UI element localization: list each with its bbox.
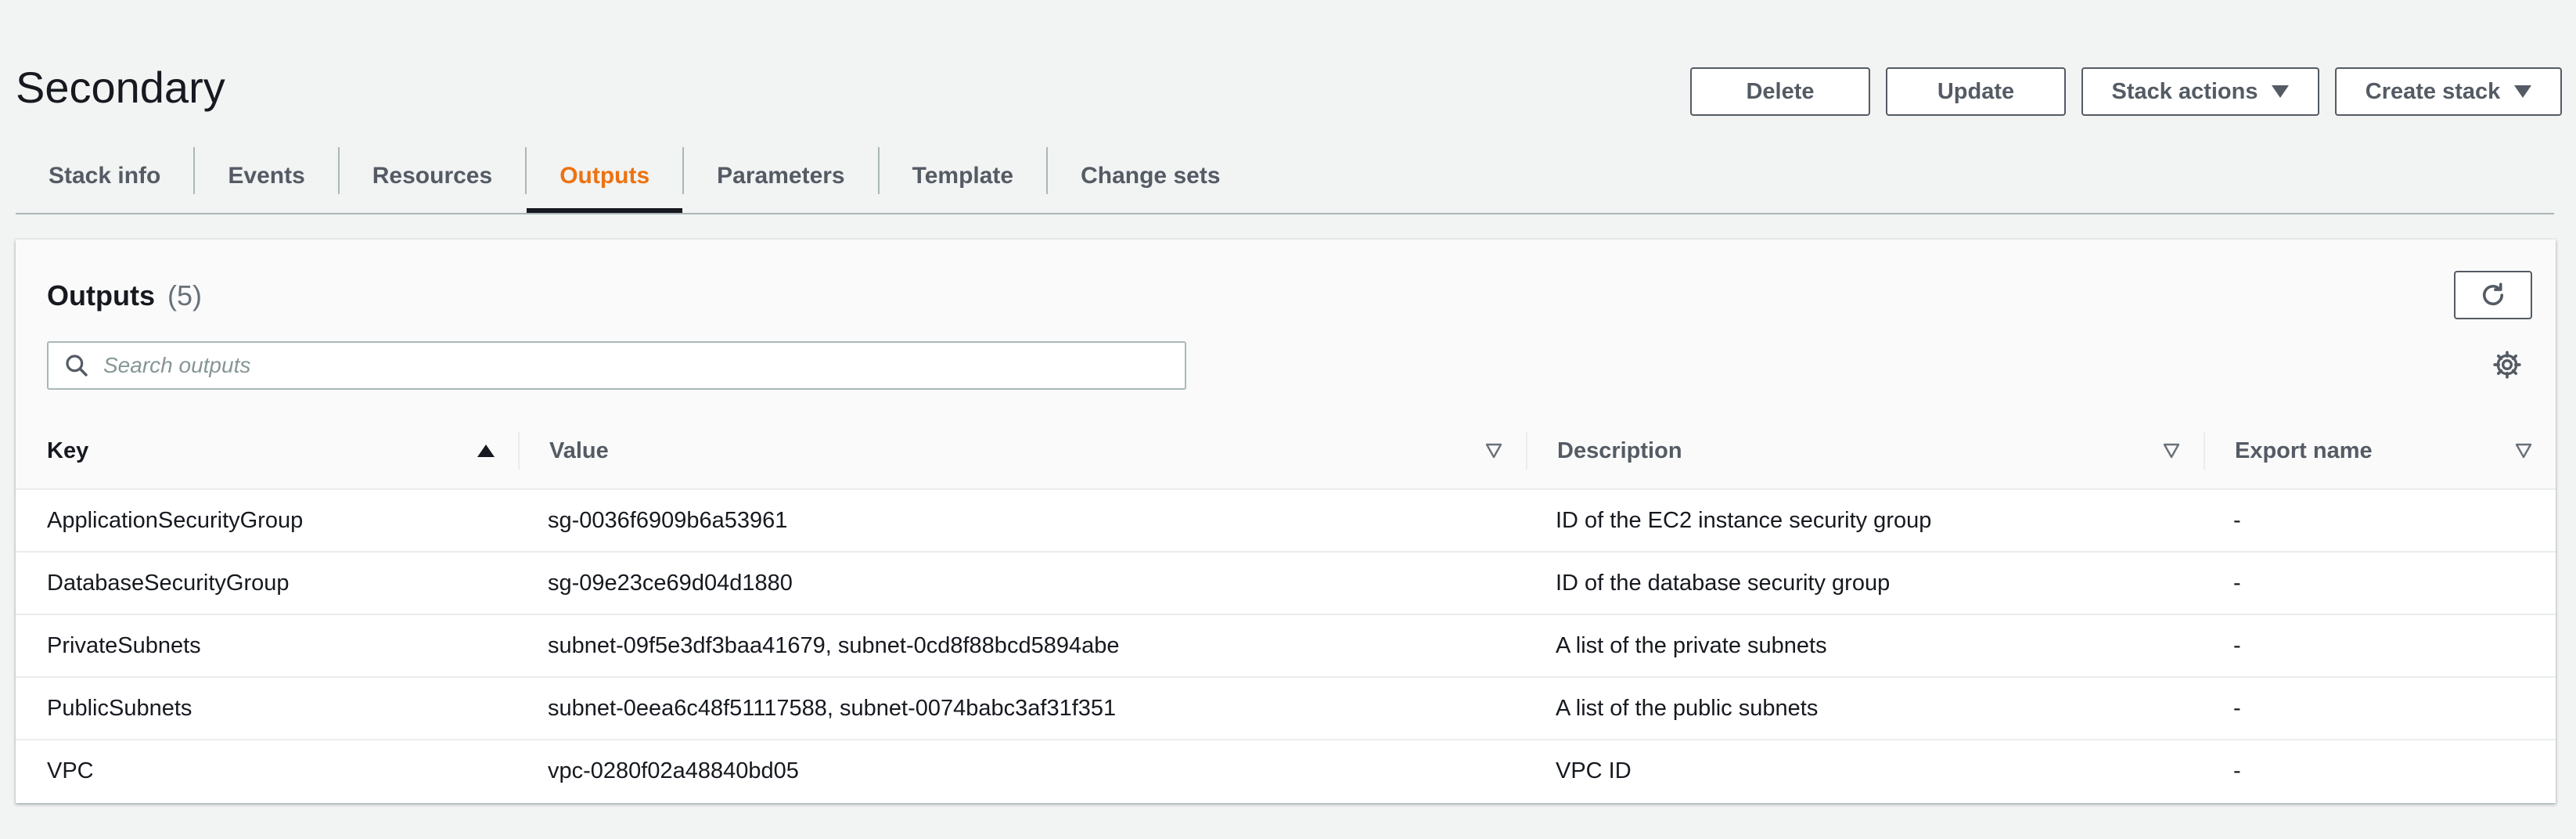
column-header-description[interactable]: Description <box>1526 413 2204 488</box>
table-row: DatabaseSecurityGroup sg-09e23ce69d04d18… <box>16 553 2556 615</box>
caret-down-outline-icon <box>2163 443 2180 459</box>
outputs-panel-header: Outputs (5) <box>16 239 2556 415</box>
cell-description: A list of the public subnets <box>1556 695 1819 721</box>
table-body: ApplicationSecurityGroup sg-0036f6909b6a… <box>16 490 2556 801</box>
table-header: Key Value Description Export name <box>16 413 2556 490</box>
tab-change-sets[interactable]: Change sets <box>1048 141 1253 211</box>
cell-key: VPC <box>47 758 94 783</box>
stack-actions-dropdown[interactable]: Stack actions <box>2081 67 2319 116</box>
cell-key: PrivateSubnets <box>47 632 201 658</box>
stack-actions-label: Stack actions <box>2111 78 2258 104</box>
cell-value: sg-09e23ce69d04d1880 <box>548 570 793 596</box>
caret-down-outline-icon <box>1485 443 1502 459</box>
cell-export-name: - <box>2233 695 2241 721</box>
outputs-count: (5) <box>167 279 202 311</box>
table-row: ApplicationSecurityGroup sg-0036f6909b6a… <box>16 490 2556 553</box>
table-row: PublicSubnets subnet-0eea6c48f51117588, … <box>16 678 2556 740</box>
table-row: VPC vpc-0280f02a48840bd05 VPC ID - <box>16 740 2556 801</box>
column-header-description-label: Description <box>1557 438 1682 463</box>
tab-resources[interactable]: Resources <box>340 141 525 211</box>
create-stack-dropdown[interactable]: Create stack <box>2335 67 2562 116</box>
create-stack-label: Create stack <box>2365 78 2501 104</box>
gear-icon[interactable] <box>2491 349 2523 380</box>
column-header-value-label: Value <box>549 438 609 463</box>
delete-button[interactable]: Delete <box>1690 67 1870 116</box>
cell-value: subnet-09f5e3df3baa41679, subnet-0cd8f88… <box>548 632 1120 658</box>
cell-value: subnet-0eea6c48f51117588, subnet-0074bab… <box>548 695 1117 721</box>
refresh-button[interactable] <box>2454 271 2532 319</box>
search-outputs-field[interactable] <box>47 341 1186 390</box>
column-header-export-name[interactable]: Export name <box>2204 413 2556 488</box>
update-button[interactable]: Update <box>1886 67 2066 116</box>
column-header-key-label: Key <box>47 438 89 463</box>
cell-export-name: - <box>2233 632 2241 658</box>
cell-export-name: - <box>2233 758 2241 783</box>
cell-key: ApplicationSecurityGroup <box>47 507 304 533</box>
refresh-icon <box>2482 283 2504 306</box>
cell-description: VPC ID <box>1556 758 1632 783</box>
outputs-title: Outputs <box>47 279 155 311</box>
tab-stack-info[interactable]: Stack info <box>16 141 193 211</box>
tab-events[interactable]: Events <box>195 141 337 211</box>
cell-description: ID of the EC2 instance security group <box>1556 507 1932 533</box>
cell-key: PublicSubnets <box>47 695 192 721</box>
column-header-value[interactable]: Value <box>518 413 1526 488</box>
column-header-export-name-label: Export name <box>2235 438 2373 463</box>
caret-down-icon <box>2272 85 2290 98</box>
caret-down-icon <box>2514 85 2532 98</box>
cell-description: ID of the database security group <box>1556 570 1891 596</box>
outputs-heading: Outputs (5) <box>47 279 202 313</box>
stack-actions-toolbar: Delete Update Stack actions Create stack <box>1690 67 2562 116</box>
sort-ascending-icon <box>477 445 495 457</box>
stack-tabs: Stack info Events Resources Outputs Para… <box>16 141 2554 214</box>
caret-down-outline-icon <box>2515 443 2532 459</box>
cell-export-name: - <box>2233 507 2241 533</box>
delete-button-label: Delete <box>1746 78 1815 104</box>
cell-key: DatabaseSecurityGroup <box>47 570 290 596</box>
page-title: Secondary <box>16 63 225 112</box>
search-outputs-input[interactable] <box>102 352 1185 379</box>
table-row: PrivateSubnets subnet-09f5e3df3baa41679,… <box>16 615 2556 678</box>
tab-template[interactable]: Template <box>880 141 1046 211</box>
outputs-panel: Outputs (5) Key <box>16 239 2556 803</box>
search-icon <box>66 355 88 376</box>
cell-description: A list of the private subnets <box>1556 632 1827 658</box>
update-button-label: Update <box>1937 78 2015 104</box>
cell-value: vpc-0280f02a48840bd05 <box>548 758 799 783</box>
column-header-key[interactable]: Key <box>16 413 518 488</box>
tab-outputs[interactable]: Outputs <box>527 141 683 213</box>
outputs-table: Key Value Description Export name Applic… <box>16 413 2556 801</box>
tab-parameters[interactable]: Parameters <box>684 141 877 211</box>
cell-export-name: - <box>2233 570 2241 596</box>
cell-value: sg-0036f6909b6a53961 <box>548 507 788 533</box>
